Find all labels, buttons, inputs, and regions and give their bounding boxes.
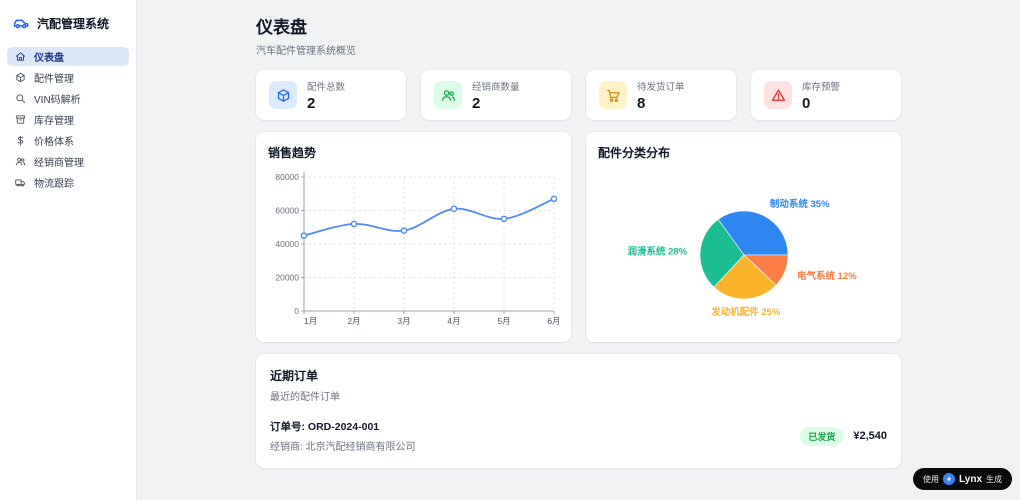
package-icon xyxy=(269,81,297,109)
sidebar-item-label: VIN码解析 xyxy=(34,95,81,106)
sales-trend-line-chart: 0 20000 40000 60000 80000 1月 2月 3月 4月 5月 6月 xyxy=(275,172,559,326)
sales-trend-title: 销售趋势 xyxy=(268,146,317,160)
stat-label: 经销商数量 xyxy=(472,81,520,93)
cart-icon xyxy=(599,81,627,109)
svg-text:20000: 20000 xyxy=(275,273,299,283)
dashboard-content: 仪表盘 汽车配件管理系统概览 配件总数 2 经销商数量 2 待发货订单 8 库存… xyxy=(256,0,901,500)
sidebar-item-label: 仪表盘 xyxy=(34,53,64,64)
stat-label: 待发货订单 xyxy=(637,81,685,93)
stat-label: 库存预警 xyxy=(802,81,841,93)
order-row[interactable]: 订单号: ORD-2024-001 经销商: 北京汽配经销商有限公司 已发货 ¥… xyxy=(270,419,887,453)
category-distribution-card: 配件分类分布 制动系统 35% 电气系统 12% 发动机配件 25% 润滑系统 28% xyxy=(586,132,901,342)
app-logo: 汽配管理系统 xyxy=(0,0,136,42)
sidebar-item[interactable]: 价格体系 xyxy=(7,131,129,150)
svg-text:电气系统 12%: 电气系统 12% xyxy=(797,270,857,282)
lynx-badge-suffix: 生成 xyxy=(986,474,1002,484)
order-number: 订单号: ORD-2024-001 xyxy=(270,421,380,433)
svg-text:1月: 1月 xyxy=(304,316,317,326)
recent-orders-title: 近期订单 xyxy=(270,369,319,383)
stat-card: 待发货订单 8 xyxy=(586,70,736,120)
home-icon xyxy=(15,51,26,62)
users-icon xyxy=(434,81,462,109)
category-pie-chart: 制动系统 35% 电气系统 12% 发动机配件 25% 润滑系统 28% xyxy=(627,198,857,318)
order-dealer: 经销商: 北京汽配经销商有限公司 xyxy=(270,442,416,453)
search-icon xyxy=(15,93,26,104)
sidebar-item-label: 价格体系 xyxy=(34,137,74,148)
svg-text:3月: 3月 xyxy=(397,316,410,326)
page-subtitle: 汽车配件管理系统概览 xyxy=(256,46,356,57)
stat-value: 2 xyxy=(307,94,316,112)
svg-text:0: 0 xyxy=(294,306,299,316)
sidebar: 汽配管理系统 仪表盘 配件管理 VIN码解析 库存管理 价格体系 经销商管理 物… xyxy=(0,0,137,500)
page-title: 仪表盘 xyxy=(256,18,307,37)
lynx-badge-prefix: 使用 xyxy=(923,474,940,484)
sidebar-item-label: 经销商管理 xyxy=(34,158,84,169)
lynx-brand: Lynx xyxy=(959,473,982,485)
svg-text:80000: 80000 xyxy=(275,172,299,182)
svg-text:60000: 60000 xyxy=(275,206,299,216)
sidebar-item[interactable]: 库存管理 xyxy=(7,110,129,129)
charts-row: 销售趋势 0 20000 40000 60000 80000 1月 2月 3月 4月 5月 6月 配… xyxy=(256,132,901,342)
users-icon xyxy=(15,156,26,167)
package-icon xyxy=(15,72,26,83)
stat-value: 0 xyxy=(802,94,811,112)
sidebar-item[interactable]: 物流跟踪 xyxy=(7,173,129,192)
orders-list: 订单号: ORD-2024-001 经销商: 北京汽配经销商有限公司 已发货 ¥… xyxy=(270,419,887,453)
sidebar-item[interactable]: 仪表盘 xyxy=(7,47,129,66)
stat-label: 配件总数 xyxy=(307,81,346,93)
svg-text:4月: 4月 xyxy=(447,316,460,326)
app-title: 汽配管理系统 xyxy=(37,16,110,31)
sidebar-item[interactable]: 配件管理 xyxy=(7,68,129,87)
main-area: 仪表盘 汽车配件管理系统概览 配件总数 2 经销商数量 2 待发货订单 8 库存… xyxy=(137,0,1020,500)
stat-card: 经销商数量 2 xyxy=(421,70,571,120)
sidebar-item[interactable]: 经销商管理 xyxy=(7,152,129,171)
archive-icon xyxy=(15,114,26,125)
order-status-badge: 已发货 xyxy=(800,426,844,446)
sidebar-nav: 仪表盘 配件管理 VIN码解析 库存管理 价格体系 经销商管理 物流跟踪 xyxy=(0,42,136,197)
svg-text:2月: 2月 xyxy=(347,316,360,326)
sidebar-item-label: 物流跟踪 xyxy=(34,179,74,190)
sidebar-item[interactable]: VIN码解析 xyxy=(7,89,129,108)
alert-icon xyxy=(764,81,792,109)
stat-card: 库存预警 0 xyxy=(751,70,901,120)
truck-icon xyxy=(15,177,26,188)
sales-trend-card: 销售趋势 0 20000 40000 60000 80000 1月 2月 3月 4月 5月 6月 xyxy=(256,132,571,342)
svg-text:6月: 6月 xyxy=(547,316,559,326)
svg-text:发动机配件 25%: 发动机配件 25% xyxy=(710,306,781,318)
stats-row: 配件总数 2 经销商数量 2 待发货订单 8 库存预警 0 xyxy=(256,70,901,120)
stat-card: 配件总数 2 xyxy=(256,70,406,120)
sidebar-item-label: 配件管理 xyxy=(34,74,74,85)
svg-text:40000: 40000 xyxy=(275,239,299,249)
stat-value: 2 xyxy=(472,94,481,112)
recent-orders-card: 近期订单 最近的配件订单 订单号: ORD-2024-001 经销商: 北京汽配… xyxy=(256,354,901,468)
order-amount: ¥2,540 xyxy=(853,430,887,442)
stat-value: 8 xyxy=(637,94,646,112)
dollar-icon xyxy=(15,135,26,146)
sidebar-item-label: 库存管理 xyxy=(34,116,74,127)
svg-text:润滑系统 28%: 润滑系统 28% xyxy=(627,245,687,257)
svg-text:制动系统 35%: 制动系统 35% xyxy=(770,198,830,210)
category-distribution-title: 配件分类分布 xyxy=(598,146,671,160)
recent-orders-subtitle: 最近的配件订单 xyxy=(270,392,340,403)
lynx-bolt-icon xyxy=(943,473,956,485)
svg-text:5月: 5月 xyxy=(497,316,510,326)
car-icon xyxy=(12,14,30,32)
lynx-generated-badge[interactable]: 使用 Lynx 生成 xyxy=(913,468,1012,490)
